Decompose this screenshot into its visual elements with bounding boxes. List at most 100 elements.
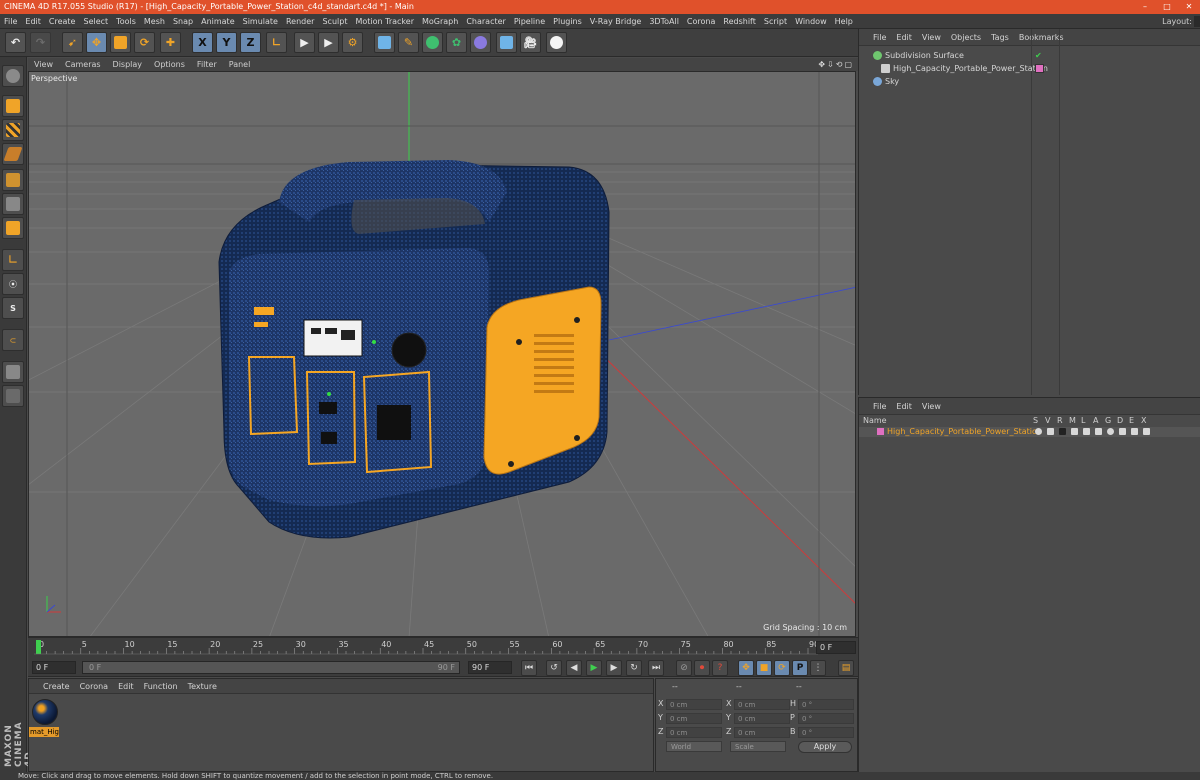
- object-menu-objects[interactable]: Objects: [946, 29, 986, 46]
- viewport-menu-filter[interactable]: Filter: [191, 58, 223, 71]
- menu-snap[interactable]: Snap: [169, 14, 197, 29]
- light-icon[interactable]: [546, 32, 567, 53]
- column-v[interactable]: V: [1045, 416, 1050, 426]
- tweak-mode-icon[interactable]: ⦿: [2, 273, 24, 295]
- y-axis-icon[interactable]: Y: [216, 32, 237, 53]
- material-menu-edit[interactable]: Edit: [113, 679, 139, 694]
- xref-icon[interactable]: [1143, 428, 1150, 435]
- record-active-objects-icon[interactable]: ⊘: [676, 660, 692, 676]
- rotation-key-icon[interactable]: ⟳: [774, 660, 790, 676]
- planar-workplane-icon[interactable]: [2, 385, 24, 407]
- menu-3dtoall[interactable]: 3DToAll: [645, 14, 683, 29]
- scale-key-icon[interactable]: ■: [756, 660, 772, 676]
- object-menu-edit[interactable]: Edit: [891, 29, 917, 46]
- pos-z-field[interactable]: 0 cm: [666, 727, 722, 738]
- rot-h-field[interactable]: 0 °: [798, 699, 854, 710]
- menu-edit[interactable]: Edit: [21, 14, 45, 29]
- enabled-check-icon[interactable]: ✔: [1035, 49, 1042, 62]
- visible-icon[interactable]: [1047, 428, 1054, 435]
- apply-button[interactable]: Apply: [798, 741, 852, 753]
- material-menu-create[interactable]: Create: [29, 679, 75, 694]
- menu-simulate[interactable]: Simulate: [239, 14, 282, 29]
- viewport-menu-display[interactable]: Display: [107, 58, 149, 71]
- go-to-start-icon[interactable]: ⏮︎: [521, 660, 537, 676]
- menu-motion-tracker[interactable]: Motion Tracker: [351, 14, 418, 29]
- expressions-icon[interactable]: [1131, 428, 1138, 435]
- menu-pipeline[interactable]: Pipeline: [510, 14, 549, 29]
- parameter-key-icon[interactable]: P: [792, 660, 808, 676]
- column-x[interactable]: X: [1141, 416, 1146, 426]
- menu-select[interactable]: Select: [79, 14, 112, 29]
- menu-mesh[interactable]: Mesh: [140, 14, 169, 29]
- viewport-menu-view[interactable]: View: [28, 58, 59, 71]
- material-tag-icon[interactable]: [1035, 64, 1044, 73]
- model-mode-icon[interactable]: [2, 95, 24, 117]
- play-icon[interactable]: ▶: [586, 660, 602, 676]
- scale-dropdown[interactable]: Scale: [730, 741, 786, 752]
- menu-help[interactable]: Help: [831, 14, 857, 29]
- go-to-end-icon[interactable]: ⏭︎: [648, 660, 664, 676]
- timeline-ruler[interactable]: 051015202530354045505560657075808590 0 F: [28, 637, 858, 659]
- render-view-icon[interactable]: ▶: [294, 32, 315, 53]
- column-a[interactable]: A: [1093, 416, 1098, 426]
- coordinate-system-icon[interactable]: ∟: [266, 32, 287, 53]
- manager-icon[interactable]: [1071, 428, 1078, 435]
- close-button[interactable]: ✕: [1178, 0, 1200, 14]
- add-icon[interactable]: ✚: [160, 32, 181, 53]
- menu-character[interactable]: Character: [462, 14, 510, 29]
- undo-icon[interactable]: ↶: [5, 32, 26, 53]
- minimize-button[interactable]: –: [1134, 0, 1156, 14]
- layer-color-swatch[interactable]: [877, 428, 884, 435]
- viewport-menu-panel[interactable]: Panel: [223, 58, 257, 71]
- menu-animate[interactable]: Animate: [197, 14, 239, 29]
- x-axis-icon[interactable]: X: [192, 32, 213, 53]
- menu-create[interactable]: Create: [45, 14, 80, 29]
- floor-icon[interactable]: [496, 32, 517, 53]
- timeline-end-frame-field[interactable]: 0 F: [816, 641, 856, 654]
- viewport-nav-icons[interactable]: ✥⇩⟲▢: [818, 58, 854, 71]
- lock-workplane-icon[interactable]: [2, 361, 24, 383]
- size-x-field[interactable]: 0 cm: [734, 699, 790, 710]
- texture-mode-icon[interactable]: [2, 119, 24, 141]
- next-frame-icon[interactable]: ▶: [606, 660, 622, 676]
- array-icon[interactable]: ✿: [446, 32, 467, 53]
- rot-p-field[interactable]: 0 °: [798, 713, 854, 724]
- maximize-button[interactable]: □: [1156, 0, 1178, 14]
- current-frame-marker[interactable]: [36, 640, 41, 654]
- axis-mode-icon[interactable]: ∟: [2, 249, 24, 271]
- layout-dropdown[interactable]: [1194, 16, 1200, 27]
- previous-frame-icon[interactable]: ◀: [566, 660, 582, 676]
- object-row-power-station[interactable]: High_Capacity_Portable_Power_Station: [859, 62, 1200, 75]
- material-menu-corona[interactable]: Corona: [75, 679, 113, 694]
- layer-row[interactable]: High_Capacity_Portable_Power_Station: [859, 427, 1200, 437]
- deformer-icon[interactable]: [470, 32, 491, 53]
- end-frame-field[interactable]: 90 F: [468, 661, 512, 674]
- polygons-mode-icon[interactable]: [2, 217, 24, 239]
- edges-mode-icon[interactable]: [2, 193, 24, 215]
- snap-icon[interactable]: ⊂: [2, 329, 24, 351]
- menu-file[interactable]: File: [0, 14, 21, 29]
- menu-redshift[interactable]: Redshift: [719, 14, 759, 29]
- next-key-icon[interactable]: ↻: [626, 660, 642, 676]
- camera-icon[interactable]: 🎥︎: [520, 32, 541, 53]
- column-r[interactable]: R: [1057, 416, 1063, 426]
- autokey-icon[interactable]: ⏺︎: [694, 660, 710, 676]
- generators-icon[interactable]: [1107, 428, 1114, 435]
- select-icon[interactable]: ➹: [62, 32, 83, 53]
- workplane-icon[interactable]: [2, 143, 24, 165]
- pen-icon[interactable]: ✎: [398, 32, 419, 53]
- menu-corona[interactable]: Corona: [683, 14, 719, 29]
- object-menu-file[interactable]: File: [859, 29, 891, 46]
- point-level-animation-icon[interactable]: ⋮: [810, 660, 826, 676]
- solo-mode-icon[interactable]: S: [2, 297, 24, 319]
- scale-icon[interactable]: [110, 32, 131, 53]
- frame-range-slider[interactable]: 0 F 90 F: [82, 661, 460, 674]
- menu-plugins[interactable]: Plugins: [549, 14, 586, 29]
- layer-menu-edit[interactable]: Edit: [891, 398, 917, 415]
- viewport-menu-options[interactable]: Options: [148, 58, 191, 71]
- layer-menu-view[interactable]: View: [917, 398, 946, 415]
- cube-icon[interactable]: [374, 32, 395, 53]
- size-z-field[interactable]: 0 cm: [734, 727, 790, 738]
- locked-icon[interactable]: [1083, 428, 1090, 435]
- solo-icon[interactable]: [1035, 428, 1042, 435]
